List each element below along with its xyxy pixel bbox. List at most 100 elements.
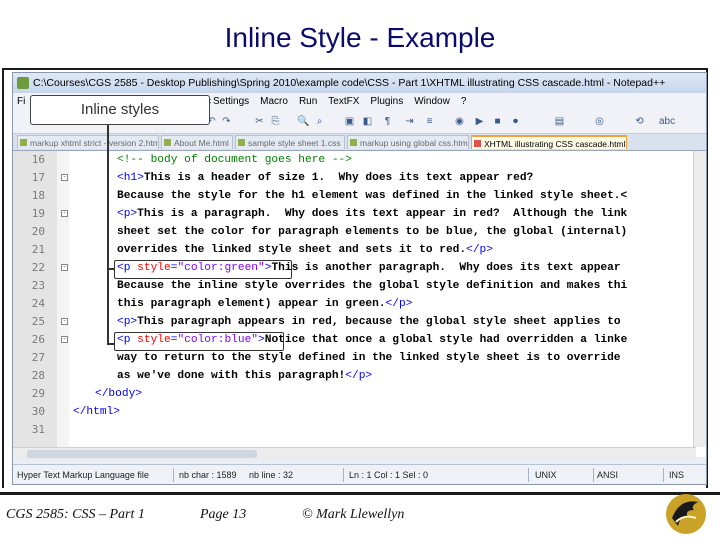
toolbar-button-icon[interactable]: ¶ [381, 115, 394, 128]
menu-item-macro[interactable]: Macro [260, 93, 288, 111]
code-token: </p> [345, 370, 373, 382]
code-line[interactable]: 19 - <p>This is a paragraph. Why does its … [13, 205, 706, 223]
code-line[interactable]: 17 - <h1>This is a header of size 1. Why d… [13, 169, 706, 187]
toolbar-button-icon[interactable]: ⏺ [509, 115, 522, 128]
menu-item-window[interactable]: Window [414, 93, 450, 111]
code-text: </html> [73, 403, 120, 421]
toolbar-button-icon[interactable]: ⟲ [633, 115, 646, 128]
pegasus-logo [666, 494, 706, 534]
code-token: this paragraph element) appear in green. [117, 298, 386, 310]
code-line[interactable]: 20 sheet set the color for paragraph elem… [13, 223, 706, 241]
toolbar-button-icon[interactable]: ◎ [593, 115, 606, 128]
code-line[interactable]: 18 Because the style for the h1 element w… [13, 187, 706, 205]
code-line[interactable]: 28 as we've done with this paragraph!</p> [13, 367, 706, 385]
line-number: 16 [31, 153, 45, 166]
toolbar-button-icon[interactable]: ◧ [361, 115, 374, 128]
code-token: This is another paragraph. Why does its … [271, 262, 621, 274]
code-token: </p> [385, 298, 413, 310]
code-line[interactable]: 16 <!-- body of document goes here --> [13, 151, 706, 169]
toolbar-button-icon[interactable]: ◉ [453, 115, 466, 128]
fold-toggle-icon[interactable]: - [61, 318, 68, 325]
code-token: Because the inline style overrides the g… [117, 280, 628, 292]
code-text: sheet set the color for paragraph elemen… [117, 223, 627, 241]
notepad-app-icon [17, 77, 29, 89]
code-line[interactable]: 23 Because the inline style overrides the… [13, 277, 706, 295]
file-tab[interactable]: About Me.html [161, 135, 233, 149]
code-line[interactable]: 31 [13, 421, 706, 439]
menu-item-textfx[interactable]: TextFX [328, 93, 359, 111]
fold-toggle-icon[interactable]: - [61, 264, 68, 271]
frame-left-rule [2, 68, 4, 488]
toolbar-button-icon[interactable]: ⌕ [313, 115, 326, 128]
code-token: <p> [117, 208, 138, 220]
toolbar-button-icon[interactable]: ↷ [220, 115, 233, 128]
code-line[interactable]: 25 - <p>This paragraph appears in red, bec… [13, 313, 706, 331]
file-tab-icon [238, 139, 245, 146]
toolbar-button-icon[interactable]: ✂ [253, 115, 266, 128]
code-editor[interactable]: 16 <!-- body of document goes here --> 17 -… [13, 151, 706, 457]
toolbar-button-icon[interactable]: ⇥ [403, 115, 416, 128]
toolbar-button-icon[interactable]: ■ [491, 115, 504, 128]
footer-course: CGS 2585: CSS – Part 1 [6, 507, 145, 522]
footer-author: © Mark Llewellyn [302, 507, 405, 522]
slide-title: Inline Style - Example [224, 22, 496, 53]
window-titlebar[interactable]: C:\Courses\CGS 2585 - Desktop Publishing… [13, 73, 706, 93]
toolbar-button-icon[interactable]: ≡ [423, 115, 436, 128]
code-text: </body> [95, 385, 142, 403]
file-tab[interactable]: XHTML illustrating CSS cascade.html [471, 135, 627, 149]
fold-toggle-icon[interactable]: - [61, 210, 68, 217]
menu-item-[interactable]: ? [461, 93, 467, 111]
code-token: This paragraph appears in red, because t… [137, 316, 621, 328]
code-token: This is a header of size 1. Why does its… [143, 172, 534, 184]
toolbar-button-icon[interactable]: ▶ [473, 115, 486, 128]
inline-style-highlight-green [114, 260, 292, 279]
footer-rule [0, 492, 720, 495]
code-token: way to return to the style defined in th… [117, 352, 621, 364]
menu-item-plugins[interactable]: Plugins [370, 93, 403, 111]
menu-item-run[interactable]: Run [299, 93, 317, 111]
toolbar-button-icon[interactable]: ⎘ [269, 115, 282, 128]
status-eol: UNIX [535, 470, 557, 480]
line-number: 18 [31, 189, 45, 202]
status-mode: INS [669, 470, 685, 480]
menu-file[interactable]: Fi [17, 93, 25, 111]
file-tab-label: markup xhtml strict - version 2.html [30, 138, 159, 148]
fold-toggle-icon[interactable]: - [61, 174, 68, 181]
code-token: This is a paragraph. Why does its text a… [137, 208, 628, 220]
code-token: <p> [117, 316, 138, 328]
code-line[interactable]: 21 overrides the linked style sheet and s… [13, 241, 706, 259]
status-position: Ln : 1 Col : 1 Sel : 0 [349, 470, 429, 480]
line-number: 24 [31, 297, 45, 310]
menu-item-settings[interactable]: Settings [213, 93, 249, 111]
code-text: overrides the linked style sheet and set… [117, 241, 493, 259]
code-token: as we've done with this paragraph! [117, 370, 346, 382]
toolbar-button-icon[interactable]: ▤ [553, 115, 566, 128]
tab-bar: markup xhtml strict - version 2.html Abou… [13, 134, 706, 151]
fold-toggle-icon[interactable]: - [61, 336, 68, 343]
line-number: 19 [31, 207, 45, 220]
code-token: sheet set the color for paragraph elemen… [117, 226, 628, 238]
code-line[interactable]: 24 this paragraph element) appear in gree… [13, 295, 706, 313]
horizontal-scrollbar[interactable] [13, 447, 696, 460]
toolbar-button-icon[interactable]: ▣ [343, 115, 356, 128]
toolbar-button-icon[interactable]: 🔍 [297, 115, 310, 128]
line-number: 31 [31, 423, 45, 436]
scrollbar-thumb[interactable] [27, 450, 257, 458]
menu-items: Settings Macro Run TextFX Plugins Window? [213, 93, 477, 111]
status-nb-line: nb line : 32 [249, 470, 294, 480]
line-number: 25 [31, 315, 45, 328]
file-tab-label: markup using global css.html [360, 138, 469, 148]
code-line[interactable]: 29 </body> [13, 385, 706, 403]
code-line[interactable]: 30 </html> [13, 403, 706, 421]
code-token: Because the style for the h1 element was… [117, 190, 628, 202]
toolbar-button-icon[interactable]: abc [659, 115, 675, 128]
code-text: as we've done with this paragraph!</p> [117, 367, 372, 385]
file-tab[interactable]: markup xhtml strict - version 2.html [17, 135, 159, 149]
file-tab[interactable]: markup using global css.html [347, 135, 469, 149]
code-line[interactable]: 27 way to return to the style defined in … [13, 349, 706, 367]
line-number: 28 [31, 369, 45, 382]
status-filetype: Hyper Text Markup Language file [17, 470, 149, 480]
vertical-scrollbar[interactable] [693, 151, 706, 447]
line-number: 27 [31, 351, 45, 364]
file-tab[interactable]: sample style sheet 1.css [235, 135, 345, 149]
